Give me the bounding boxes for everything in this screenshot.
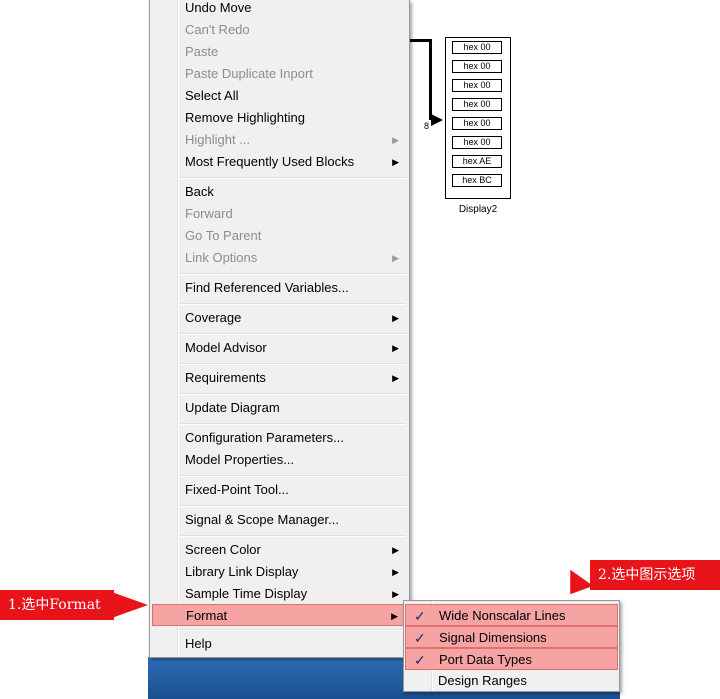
- submenu-item-design-ranges[interactable]: Design Ranges: [405, 670, 618, 692]
- menu-item-link-options[interactable]: Link Options ▶: [152, 247, 407, 269]
- menu-item-model-advisor[interactable]: Model Advisor ▶: [152, 337, 407, 359]
- check-icon: ✓: [414, 608, 426, 624]
- menu-item-go-to-parent[interactable]: Go To Parent: [152, 225, 407, 247]
- menu-item-undo-move[interactable]: Undo Move: [152, 0, 407, 19]
- submenu-arrow-icon: ▶: [392, 157, 399, 167]
- display-value: hex AE: [452, 155, 502, 168]
- submenu-arrow-icon: ▶: [392, 373, 399, 383]
- submenu-arrow-icon: ▶: [392, 589, 399, 599]
- menu-separator: [180, 363, 406, 365]
- menu-separator: [180, 535, 406, 537]
- menu-separator: [180, 423, 406, 425]
- display-value: hex 00: [452, 41, 502, 54]
- display-value: hex 00: [452, 98, 502, 111]
- menu-item-signal-scope-manager[interactable]: Signal & Scope Manager...: [152, 509, 407, 531]
- context-menu: Undo Move Can't Redo Paste Paste Duplica…: [149, 0, 410, 658]
- menu-item-library-link-display[interactable]: Library Link Display ▶: [152, 561, 407, 583]
- menu-separator: [180, 629, 406, 631]
- display-value: hex BC: [452, 174, 502, 187]
- signal-dimension-label: 8: [424, 121, 430, 131]
- menu-item-requirements[interactable]: Requirements ▶: [152, 367, 407, 389]
- callout-step2: 2.选中图示选项: [590, 560, 720, 590]
- check-icon: ✓: [414, 652, 426, 668]
- display-value: hex 00: [452, 79, 502, 92]
- menu-item-format[interactable]: Format ▶: [152, 604, 407, 626]
- menu-separator: [180, 393, 406, 395]
- submenu-item-port-data-types[interactable]: ✓ Port Data Types: [405, 648, 618, 670]
- menu-item-screen-color[interactable]: Screen Color ▶: [152, 539, 407, 561]
- callout-step2-pointer: [558, 569, 594, 603]
- menu-separator: [180, 177, 406, 179]
- submenu-arrow-icon: ▶: [392, 135, 399, 145]
- menu-item-sample-time-display[interactable]: Sample Time Display ▶: [152, 583, 407, 605]
- menu-separator: [180, 303, 406, 305]
- display-value: hex 00: [452, 60, 502, 73]
- menu-separator: [180, 333, 406, 335]
- menu-item-remove-highlighting[interactable]: Remove Highlighting: [152, 107, 407, 129]
- submenu-arrow-icon: ▶: [392, 545, 399, 555]
- menu-separator: [180, 475, 406, 477]
- menu-item-forward[interactable]: Forward: [152, 203, 407, 225]
- display-value: hex 00: [452, 136, 502, 149]
- menu-item-cant-redo[interactable]: Can't Redo: [152, 19, 407, 41]
- display-value: hex 00: [452, 117, 502, 130]
- display-block-name[interactable]: Display2: [445, 204, 511, 215]
- submenu-arrow-icon: ▶: [392, 253, 399, 263]
- menu-item-back[interactable]: Back: [152, 181, 407, 203]
- menu-item-model-properties[interactable]: Model Properties...: [152, 449, 407, 471]
- menu-item-paste[interactable]: Paste: [152, 41, 407, 63]
- signal-arrowhead: [431, 114, 443, 126]
- menu-separator: [180, 505, 406, 507]
- menu-separator: [180, 273, 406, 275]
- check-icon: ✓: [414, 630, 426, 646]
- callout-step1-pointer: [106, 590, 148, 620]
- callout-step1: 1.选中Format: [0, 590, 114, 620]
- submenu-arrow-icon: ▶: [392, 313, 399, 323]
- menu-item-paste-duplicate-inport[interactable]: Paste Duplicate Inport: [152, 63, 407, 85]
- signal-line[interactable]: [410, 39, 431, 42]
- format-submenu: ✓ Wide Nonscalar Lines ✓ Signal Dimensio…: [403, 600, 620, 692]
- menu-item-fixed-point-tool[interactable]: Fixed-Point Tool...: [152, 479, 407, 501]
- submenu-arrow-icon: ▶: [392, 567, 399, 577]
- submenu-item-wide-nonscalar-lines[interactable]: ✓ Wide Nonscalar Lines: [405, 604, 618, 626]
- submenu-arrow-icon: ▶: [392, 343, 399, 353]
- menu-item-help[interactable]: Help: [152, 633, 407, 655]
- signal-line-vertical[interactable]: [429, 39, 432, 120]
- menu-item-configuration-parameters[interactable]: Configuration Parameters...: [152, 427, 407, 449]
- submenu-arrow-icon: ▶: [391, 611, 398, 621]
- menu-item-update-diagram[interactable]: Update Diagram: [152, 397, 407, 419]
- menu-item-most-frequently-used-blocks[interactable]: Most Frequently Used Blocks ▶: [152, 151, 407, 173]
- display-block[interactable]: hex 00 hex 00 hex 00 hex 00 hex 00 hex 0…: [445, 37, 511, 199]
- submenu-item-signal-dimensions[interactable]: ✓ Signal Dimensions: [405, 626, 618, 648]
- menu-item-highlight[interactable]: Highlight ... ▶: [152, 129, 407, 151]
- menu-item-select-all[interactable]: Select All: [152, 85, 407, 107]
- menu-item-find-referenced-variables[interactable]: Find Referenced Variables...: [152, 277, 407, 299]
- menu-item-coverage[interactable]: Coverage ▶: [152, 307, 407, 329]
